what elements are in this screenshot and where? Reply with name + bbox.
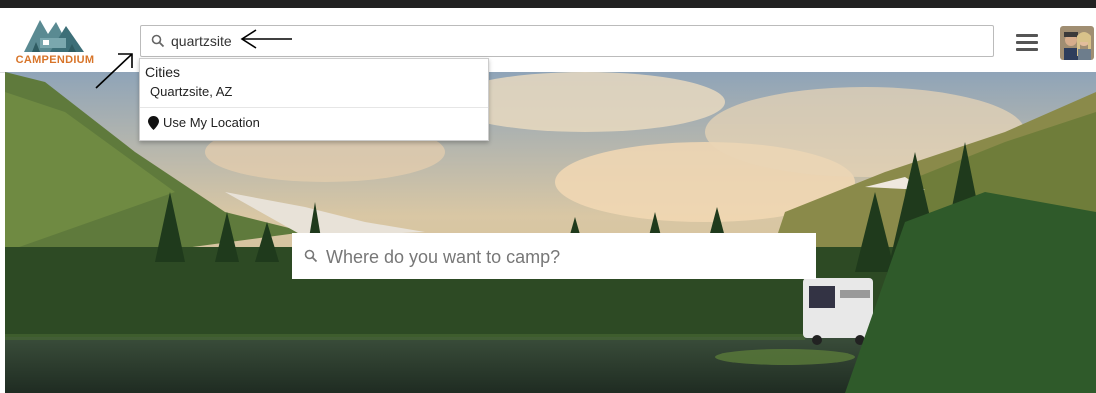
logo-mountains-icon xyxy=(24,20,84,52)
divider xyxy=(140,107,488,108)
campendium-logo[interactable]: CAMPENDIUM xyxy=(10,12,100,68)
hero-search-box[interactable] xyxy=(292,233,816,279)
hamburger-menu-icon[interactable] xyxy=(1016,34,1038,52)
annotation-arrow-icon xyxy=(240,29,292,49)
hero-search-input[interactable] xyxy=(324,241,808,273)
search-suggestions-dropdown: Cities Quartzsite, AZ Use My Location xyxy=(139,58,489,141)
map-pin-icon xyxy=(148,115,159,130)
annotation-arrow-icon xyxy=(95,53,133,89)
top-stripe xyxy=(0,0,1096,8)
search-value: quartzsite xyxy=(171,33,232,49)
suggestions-heading: Cities xyxy=(145,64,181,80)
user-avatar[interactable] xyxy=(1060,26,1094,60)
use-my-location-option[interactable]: Use My Location xyxy=(148,115,260,130)
use-my-location-label: Use My Location xyxy=(163,115,260,130)
suggestion-item[interactable]: Quartzsite, AZ xyxy=(150,84,232,99)
logo-text: CAMPENDIUM xyxy=(15,54,95,66)
search-icon xyxy=(151,34,165,48)
search-icon xyxy=(304,249,318,263)
